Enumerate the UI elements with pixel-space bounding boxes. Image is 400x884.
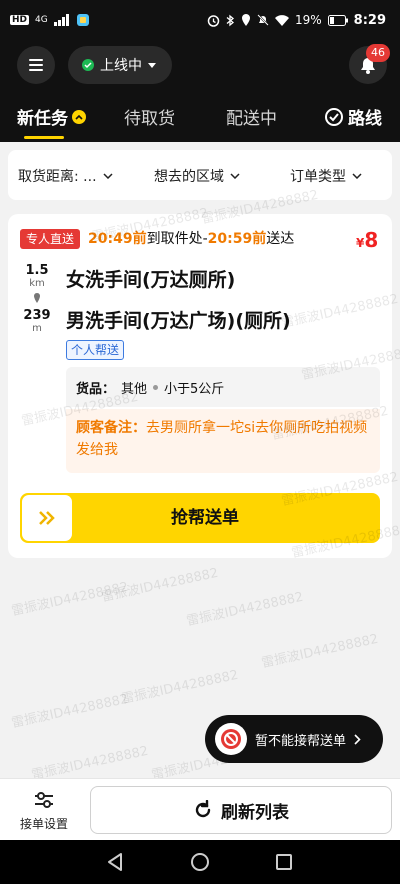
task-tabs: 新任务 待取货 配送中 路线 <box>0 98 400 142</box>
refresh-list-label: 刷新列表 <box>221 802 289 823</box>
drop-address: 男洗手间(万达广场)(厕所) <box>66 310 291 332</box>
pickup-deadline: 20:49前 <box>88 231 147 247</box>
order-settings-label: 接单设置 <box>19 817 68 831</box>
delivery-deadline-text: 送达 <box>266 231 295 247</box>
order-card[interactable]: 专人直送 20:49前到取件处-20:59前送达 ¥8 1.5 km 239 m… <box>8 214 392 558</box>
status-bar: HD 4G 19% 8:29 <box>0 0 400 40</box>
filter-bar: 取货距离: ... 想去的区域 订单类型 <box>8 150 392 200</box>
wifi-icon <box>274 14 289 26</box>
system-nav-bar <box>0 840 400 884</box>
hd-indicator: HD <box>10 15 30 25</box>
app-notification-icon <box>76 14 89 26</box>
home-icon[interactable] <box>191 853 209 871</box>
pickup-deadline-text: 到取件处- <box>146 231 208 247</box>
goods-type: 其他 <box>121 381 148 397</box>
price-amount: 8 <box>364 228 379 252</box>
pin-icon <box>34 293 40 303</box>
reject-order-button[interactable]: 暂不能接帮送单 <box>205 715 383 763</box>
separator-dot <box>153 384 159 390</box>
tab-new-tasks[interactable]: 新任务 <box>17 104 86 129</box>
tab-route-label: 路线 <box>348 109 382 129</box>
chevron-down-icon <box>230 173 240 179</box>
back-icon[interactable] <box>106 852 124 872</box>
order-price: ¥8 <box>356 228 378 252</box>
prohibited-icon <box>215 723 247 755</box>
pickup-address: 女洗手间(万达厕所) <box>66 269 236 291</box>
distance-to-drop: 239 <box>23 308 51 323</box>
chevron-down-icon <box>103 173 113 179</box>
order-type-filter[interactable]: 订单类型 <box>290 166 362 186</box>
tab-awaiting-pickup[interactable]: 待取货 <box>124 104 175 129</box>
watermark: 雷振波ID44288882 <box>100 565 220 606</box>
note-label: 顾客备注： <box>76 420 146 436</box>
menu-icon <box>29 59 43 71</box>
goods-weight: 小于5公斤 <box>164 381 225 397</box>
online-status-dropdown[interactable]: 上线中 <box>68 46 172 84</box>
grab-order-button[interactable]: 抢帮送单 <box>20 493 380 543</box>
slide-handle[interactable] <box>22 495 72 541</box>
caret-down-icon <box>148 62 156 68</box>
tab-route[interactable]: 路线 <box>324 104 382 129</box>
recent-apps-icon[interactable] <box>276 854 292 870</box>
notification-count-badge: 46 <box>366 44 390 62</box>
watermark: 雷振波ID44288882 <box>10 691 130 732</box>
online-status-label: 上线中 <box>100 58 142 74</box>
refresh-icon <box>195 800 211 818</box>
direct-delivery-tag: 专人直送 <box>20 229 81 249</box>
watermark: 雷振波ID44288882 <box>260 631 380 672</box>
bottom-bar: 接单设置 刷新列表 <box>0 778 400 840</box>
active-tab-indicator <box>24 136 64 139</box>
chevron-down-icon <box>352 173 362 179</box>
customer-note: 顾客备注：去男厕所拿一坨si去你厕所吃拍视频发给我 <box>66 409 380 473</box>
double-chevron-right-icon <box>39 511 55 525</box>
route-icon <box>325 107 343 126</box>
bluetooth-icon <box>226 14 234 26</box>
tab-delivering[interactable]: 配送中 <box>226 104 277 129</box>
tab-new-tasks-label: 新任务 <box>17 109 68 129</box>
check-icon <box>82 59 94 71</box>
goods-label: 货品： <box>76 381 116 397</box>
alarm-icon <box>207 14 220 27</box>
battery-percent: 19% <box>294 13 322 27</box>
refresh-list-button[interactable]: 刷新列表 <box>90 786 392 834</box>
battery-icon <box>327 14 348 26</box>
area-filter-label: 想去的区域 <box>154 169 224 185</box>
area-filter[interactable]: 想去的区域 <box>154 166 240 186</box>
chevron-up-icon <box>72 109 86 124</box>
mute-icon <box>257 14 269 26</box>
time-window: 20:49前到取件处-20:59前送达 <box>88 229 294 249</box>
watermark: 雷振波ID44288882 <box>30 743 150 784</box>
clock: 8:29 <box>353 12 386 28</box>
pickup-distance-filter[interactable]: 取货距离: ... <box>18 166 113 186</box>
reject-order-label: 暂不能接帮送单 <box>255 733 347 749</box>
distance-to-pickup-unit: km <box>29 278 45 289</box>
distance-column: 1.5 km 239 m <box>18 264 56 335</box>
watermark: 雷振波ID44288882 <box>185 589 305 630</box>
location-icon <box>241 14 250 26</box>
order-type-label: 订单类型 <box>290 169 346 185</box>
order-settings-button[interactable]: 接单设置 <box>12 787 76 832</box>
grab-order-label: 抢帮送单 <box>171 508 239 528</box>
delivery-deadline: 20:59前 <box>207 231 267 247</box>
goods-info: 货品： 其他 小于5公斤 <box>66 367 380 407</box>
service-type-tag: 个人帮送 <box>66 340 125 360</box>
distance-to-pickup: 1.5 <box>25 263 49 278</box>
watermark: 雷振波ID44288882 <box>10 579 130 620</box>
distance-to-drop-unit: m <box>32 323 42 334</box>
chevron-right-icon <box>354 733 361 745</box>
network-type: 4G <box>35 15 48 25</box>
sliders-icon <box>35 792 53 808</box>
pickup-distance-label: 取货距离: ... <box>18 169 97 185</box>
signal-icon <box>53 14 69 26</box>
top-header: 上线中 46 新任务 待取货 配送中 路线 <box>0 40 400 142</box>
menu-button[interactable] <box>17 46 55 84</box>
watermark: 雷振波ID44288882 <box>120 667 240 708</box>
